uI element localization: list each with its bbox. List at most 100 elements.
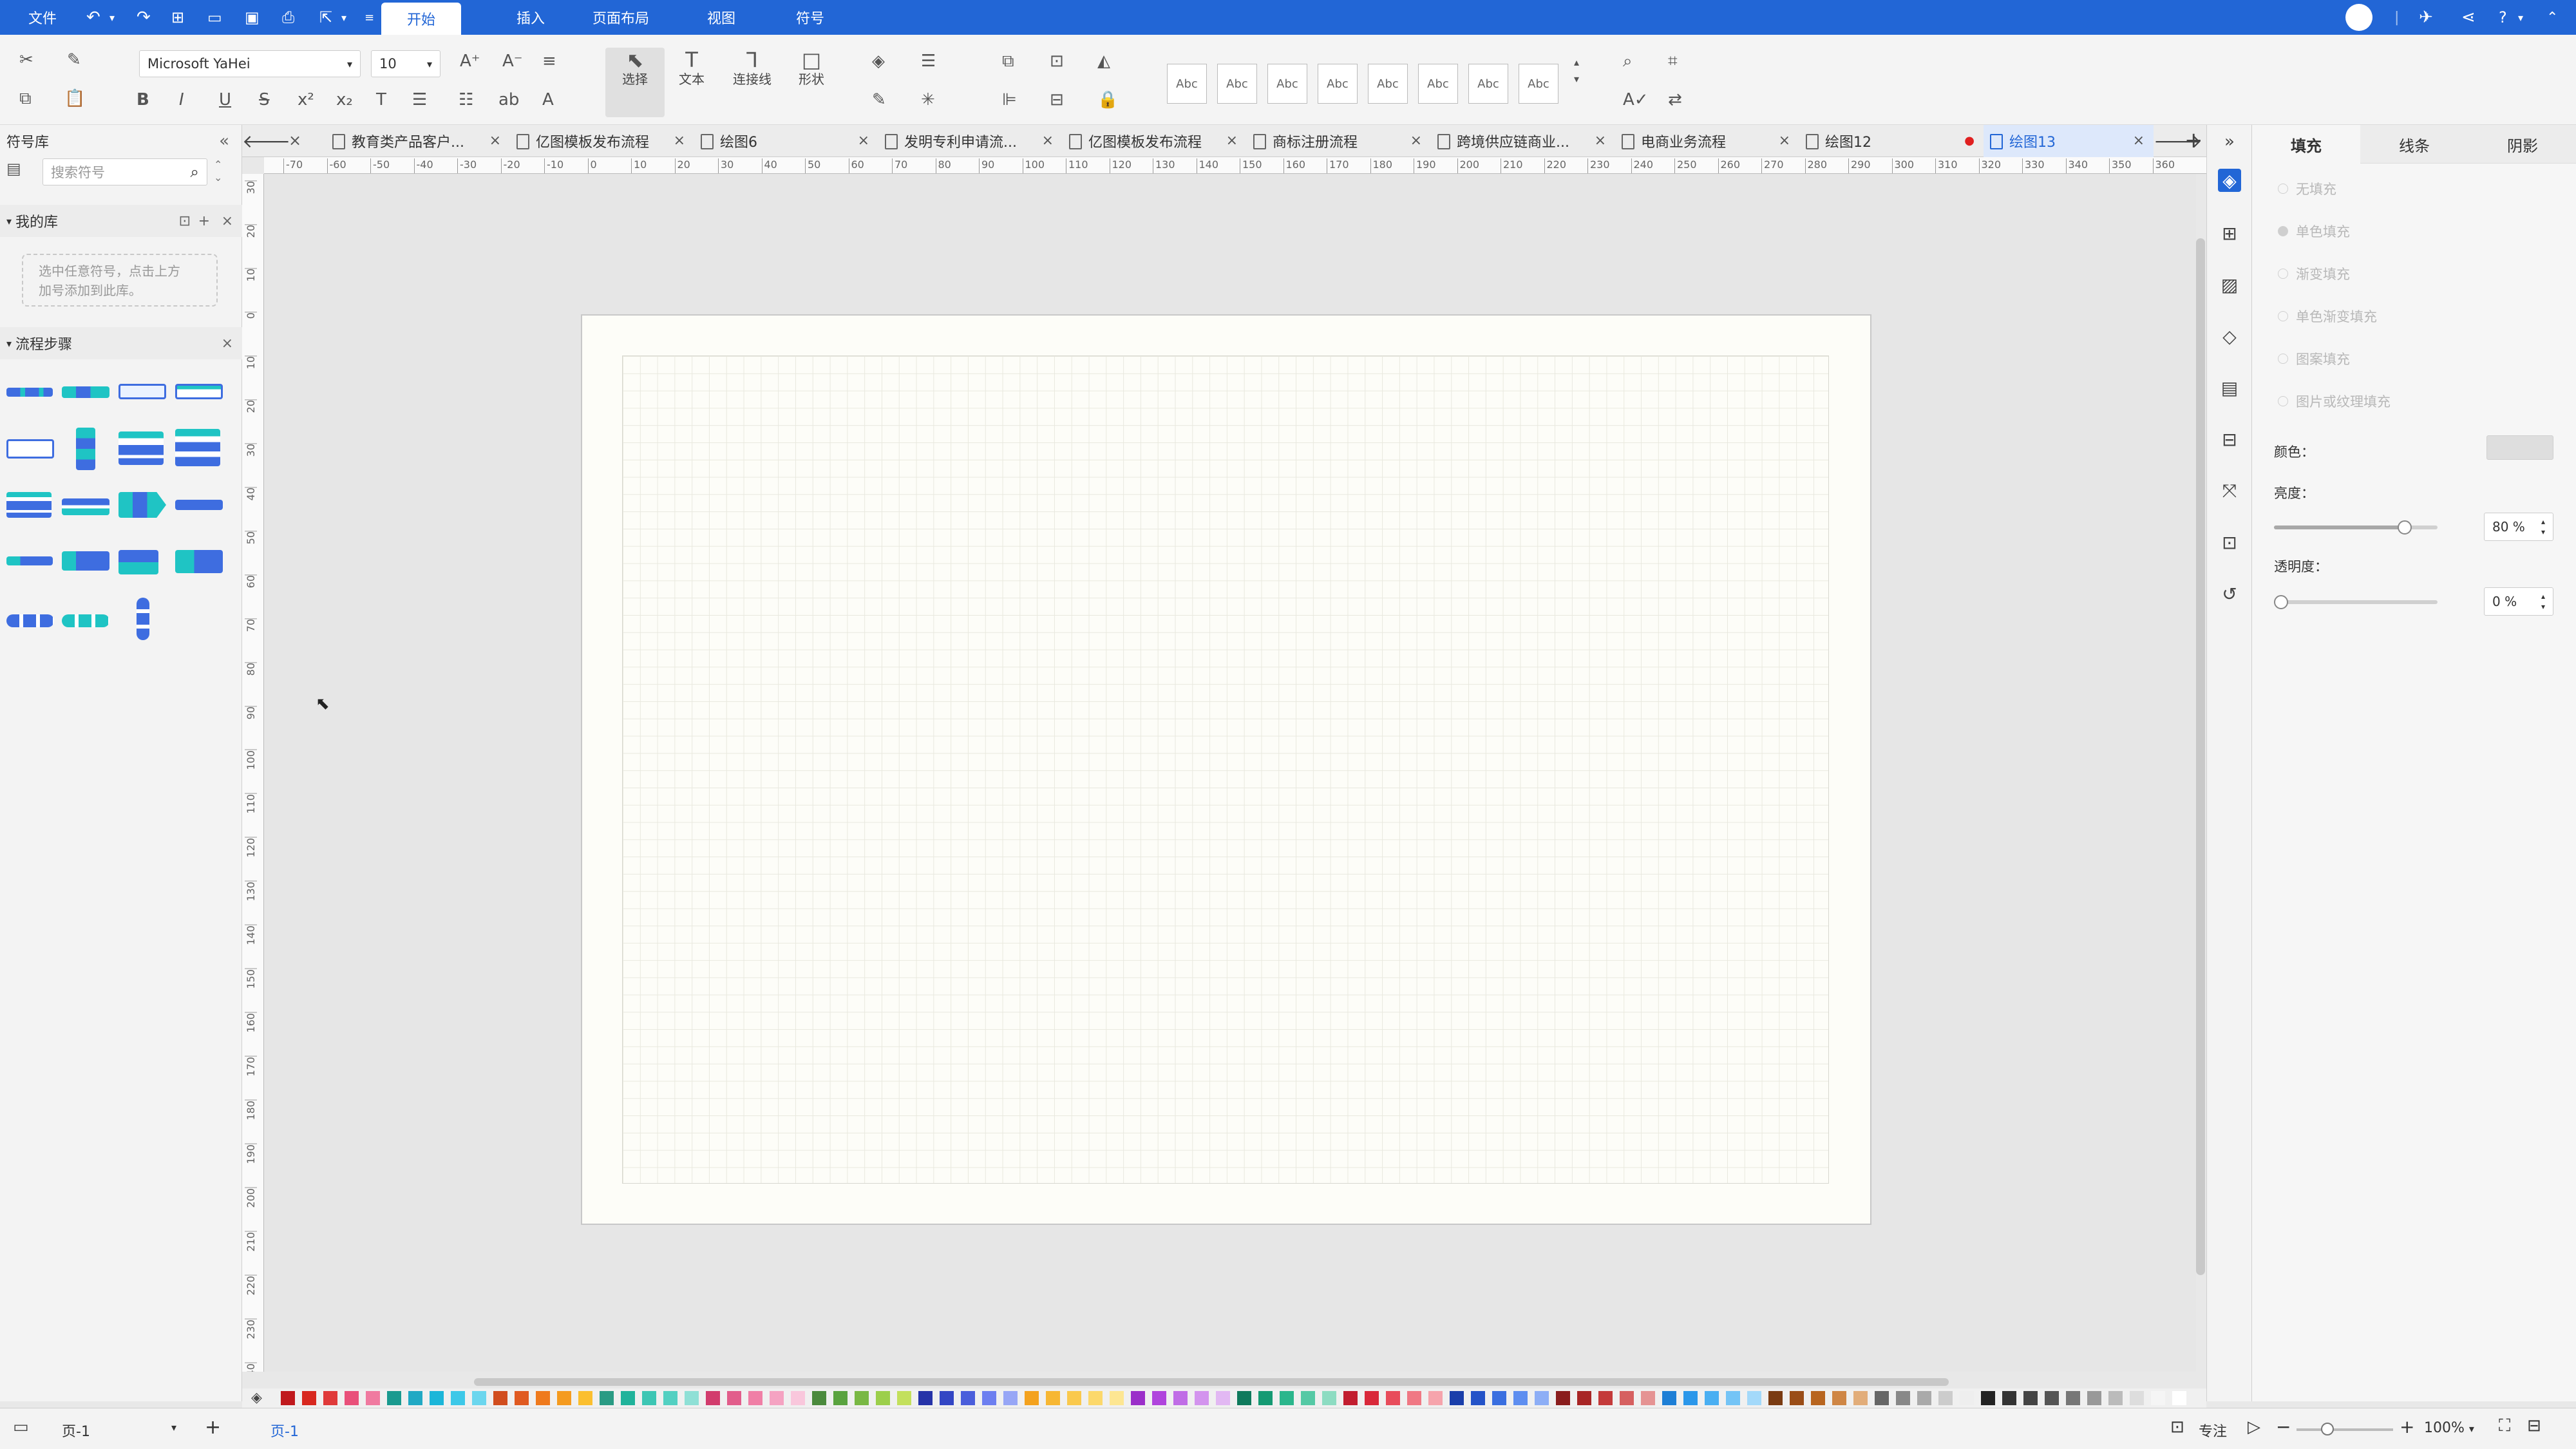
flow-step-symbol[interactable] xyxy=(6,439,54,459)
color-swatch[interactable] xyxy=(1025,1391,1039,1405)
color-swatch[interactable] xyxy=(1620,1391,1634,1405)
color-swatch[interactable] xyxy=(302,1391,316,1405)
layers-panel-icon[interactable]: ◇ xyxy=(2218,325,2241,348)
share-icon[interactable]: ⋖ xyxy=(2461,0,2476,35)
export-icon[interactable]: ⇱ xyxy=(319,0,332,35)
bold-button[interactable]: B xyxy=(137,90,149,109)
doc-tab-active[interactable]: 绘图13 × xyxy=(1984,125,2154,157)
zoom-level[interactable]: 100% ▾ xyxy=(2424,1420,2474,1436)
color-swatch[interactable] xyxy=(2130,1391,2144,1405)
color-swatch[interactable] xyxy=(1003,1391,1018,1405)
color-swatch[interactable] xyxy=(1237,1391,1251,1405)
close-icon[interactable]: × xyxy=(674,133,685,149)
color-swatch[interactable] xyxy=(770,1391,784,1405)
style-preset-5[interactable]: Abc xyxy=(1368,64,1408,104)
color-swatch[interactable] xyxy=(2108,1391,2123,1405)
fill-bucket-icon[interactable]: ◈ xyxy=(872,52,885,71)
tab-shadow[interactable]: 阴影 xyxy=(2468,125,2576,164)
new-file-icon[interactable]: ⊞ xyxy=(171,0,184,35)
flow-step-symbol[interactable] xyxy=(175,429,220,466)
color-swatch[interactable] xyxy=(1705,1391,1719,1405)
style-scroll-icon[interactable]: ▴ ▾ xyxy=(1574,54,1579,88)
color-swatch[interactable] xyxy=(1556,1391,1570,1405)
effects-icon[interactable]: ✳ xyxy=(921,90,935,109)
flow-step-symbol[interactable] xyxy=(6,492,52,518)
color-swatch[interactable] xyxy=(472,1391,486,1405)
data-panel-icon[interactable]: ⊟ xyxy=(2218,428,2241,451)
color-swatch[interactable] xyxy=(961,1391,975,1405)
tabs-prev-icon[interactable]: 🡐 xyxy=(242,130,290,152)
search-scroll-icon[interactable]: ⌃ ⌄ xyxy=(214,158,222,184)
color-swatch[interactable] xyxy=(1046,1391,1060,1405)
redo-icon[interactable]: ↷ xyxy=(137,0,151,35)
flow-step-symbol[interactable] xyxy=(62,551,109,571)
color-swatch[interactable] xyxy=(1938,1391,1953,1405)
pen-icon[interactable]: ✎ xyxy=(872,90,886,109)
flow-step-symbol[interactable] xyxy=(175,500,223,510)
color-swatch[interactable] xyxy=(323,1391,337,1405)
focus-mode[interactable]: 专注 xyxy=(2199,1420,2227,1441)
open-folder-icon[interactable]: ▭ xyxy=(207,0,222,35)
color-swatch[interactable] xyxy=(1088,1391,1103,1405)
color-swatch[interactable] xyxy=(1407,1391,1421,1405)
close-icon[interactable]: × xyxy=(858,133,869,149)
color-swatch[interactable] xyxy=(1067,1391,1081,1405)
print-icon[interactable]: ⎙ xyxy=(282,0,294,35)
close-icon[interactable]: × xyxy=(2133,133,2145,149)
color-swatch[interactable] xyxy=(2172,1391,2186,1405)
color-swatch[interactable] xyxy=(600,1391,614,1405)
bullet-list-icon[interactable]: ☷ xyxy=(459,90,473,109)
flow-steps-header[interactable]: ▾ 流程步骤 × xyxy=(0,327,242,359)
doc-tab[interactable]: 亿图模板发布流程 × xyxy=(510,125,694,157)
menu-file[interactable]: 文件 xyxy=(28,0,57,35)
color-swatch[interactable] xyxy=(1683,1391,1698,1405)
color-swatch[interactable] xyxy=(1428,1391,1443,1405)
flow-step-symbol[interactable] xyxy=(118,492,166,518)
increase-font-icon[interactable]: A⁺ xyxy=(460,52,480,71)
group-icon[interactable]: ⊡ xyxy=(1050,52,1064,71)
spell-check-icon[interactable]: A✓ xyxy=(1623,90,1649,109)
color-swatch[interactable] xyxy=(642,1391,656,1405)
color-swatch[interactable] xyxy=(2066,1391,2080,1405)
flow-step-symbol[interactable] xyxy=(175,384,223,399)
style-preset-6[interactable]: Abc xyxy=(1418,64,1458,104)
import-icon[interactable]: ⊡ xyxy=(179,213,191,229)
color-swatch[interactable] xyxy=(1152,1391,1166,1405)
fill-option-none[interactable]: 无填充 xyxy=(2278,179,2336,198)
color-swatch[interactable] xyxy=(1301,1391,1315,1405)
fill-option-gradient[interactable]: 渐变填充 xyxy=(2278,264,2350,283)
undo-icon[interactable]: ↶ xyxy=(86,0,100,35)
color-swatch[interactable] xyxy=(1598,1391,1613,1405)
color-swatch[interactable] xyxy=(940,1391,954,1405)
color-swatch[interactable] xyxy=(982,1391,996,1405)
color-swatch[interactable] xyxy=(515,1391,529,1405)
color-swatch[interactable] xyxy=(1853,1391,1868,1405)
vertical-scrollbar[interactable] xyxy=(2196,238,2205,1275)
doc-tab[interactable]: 电商业务流程 × xyxy=(1615,125,1799,157)
align-objects-icon[interactable]: ⊫ xyxy=(1002,90,1017,109)
color-swatch[interactable] xyxy=(833,1391,848,1405)
style-preset-8[interactable]: Abc xyxy=(1519,64,1558,104)
bring-front-icon[interactable]: ⧉ xyxy=(1002,52,1014,71)
color-swatch[interactable] xyxy=(1513,1391,1528,1405)
color-swatch[interactable] xyxy=(1173,1391,1188,1405)
history-panel-icon[interactable]: ↺ xyxy=(2218,582,2241,605)
color-swatch[interactable] xyxy=(876,1391,890,1405)
add-page-icon[interactable]: + xyxy=(205,1416,221,1439)
color-swatch[interactable] xyxy=(557,1391,571,1405)
close-icon[interactable]: × xyxy=(222,336,233,352)
color-swatch[interactable] xyxy=(1960,1391,1974,1405)
doc-tab[interactable]: 教育类产品客户... × xyxy=(326,125,510,157)
flow-step-symbol[interactable] xyxy=(137,598,149,640)
collapse-ribbon-icon[interactable]: ⌃ xyxy=(2546,0,2558,35)
close-icon[interactable]: × xyxy=(489,133,501,149)
line-spacing-icon[interactable]: ☰ xyxy=(412,90,427,109)
fit-panel-icon[interactable]: ⤧ xyxy=(2218,479,2241,502)
new-tab-icon[interactable]: + xyxy=(2184,128,2203,153)
color-swatch[interactable] xyxy=(897,1391,911,1405)
color-swatch[interactable] xyxy=(1131,1391,1145,1405)
style-preset-3[interactable]: Abc xyxy=(1267,64,1307,104)
tab-fill[interactable]: 填充 xyxy=(2252,125,2360,164)
zoom-in-icon[interactable]: + xyxy=(2400,1416,2414,1437)
color-swatch[interactable] xyxy=(1662,1391,1676,1405)
